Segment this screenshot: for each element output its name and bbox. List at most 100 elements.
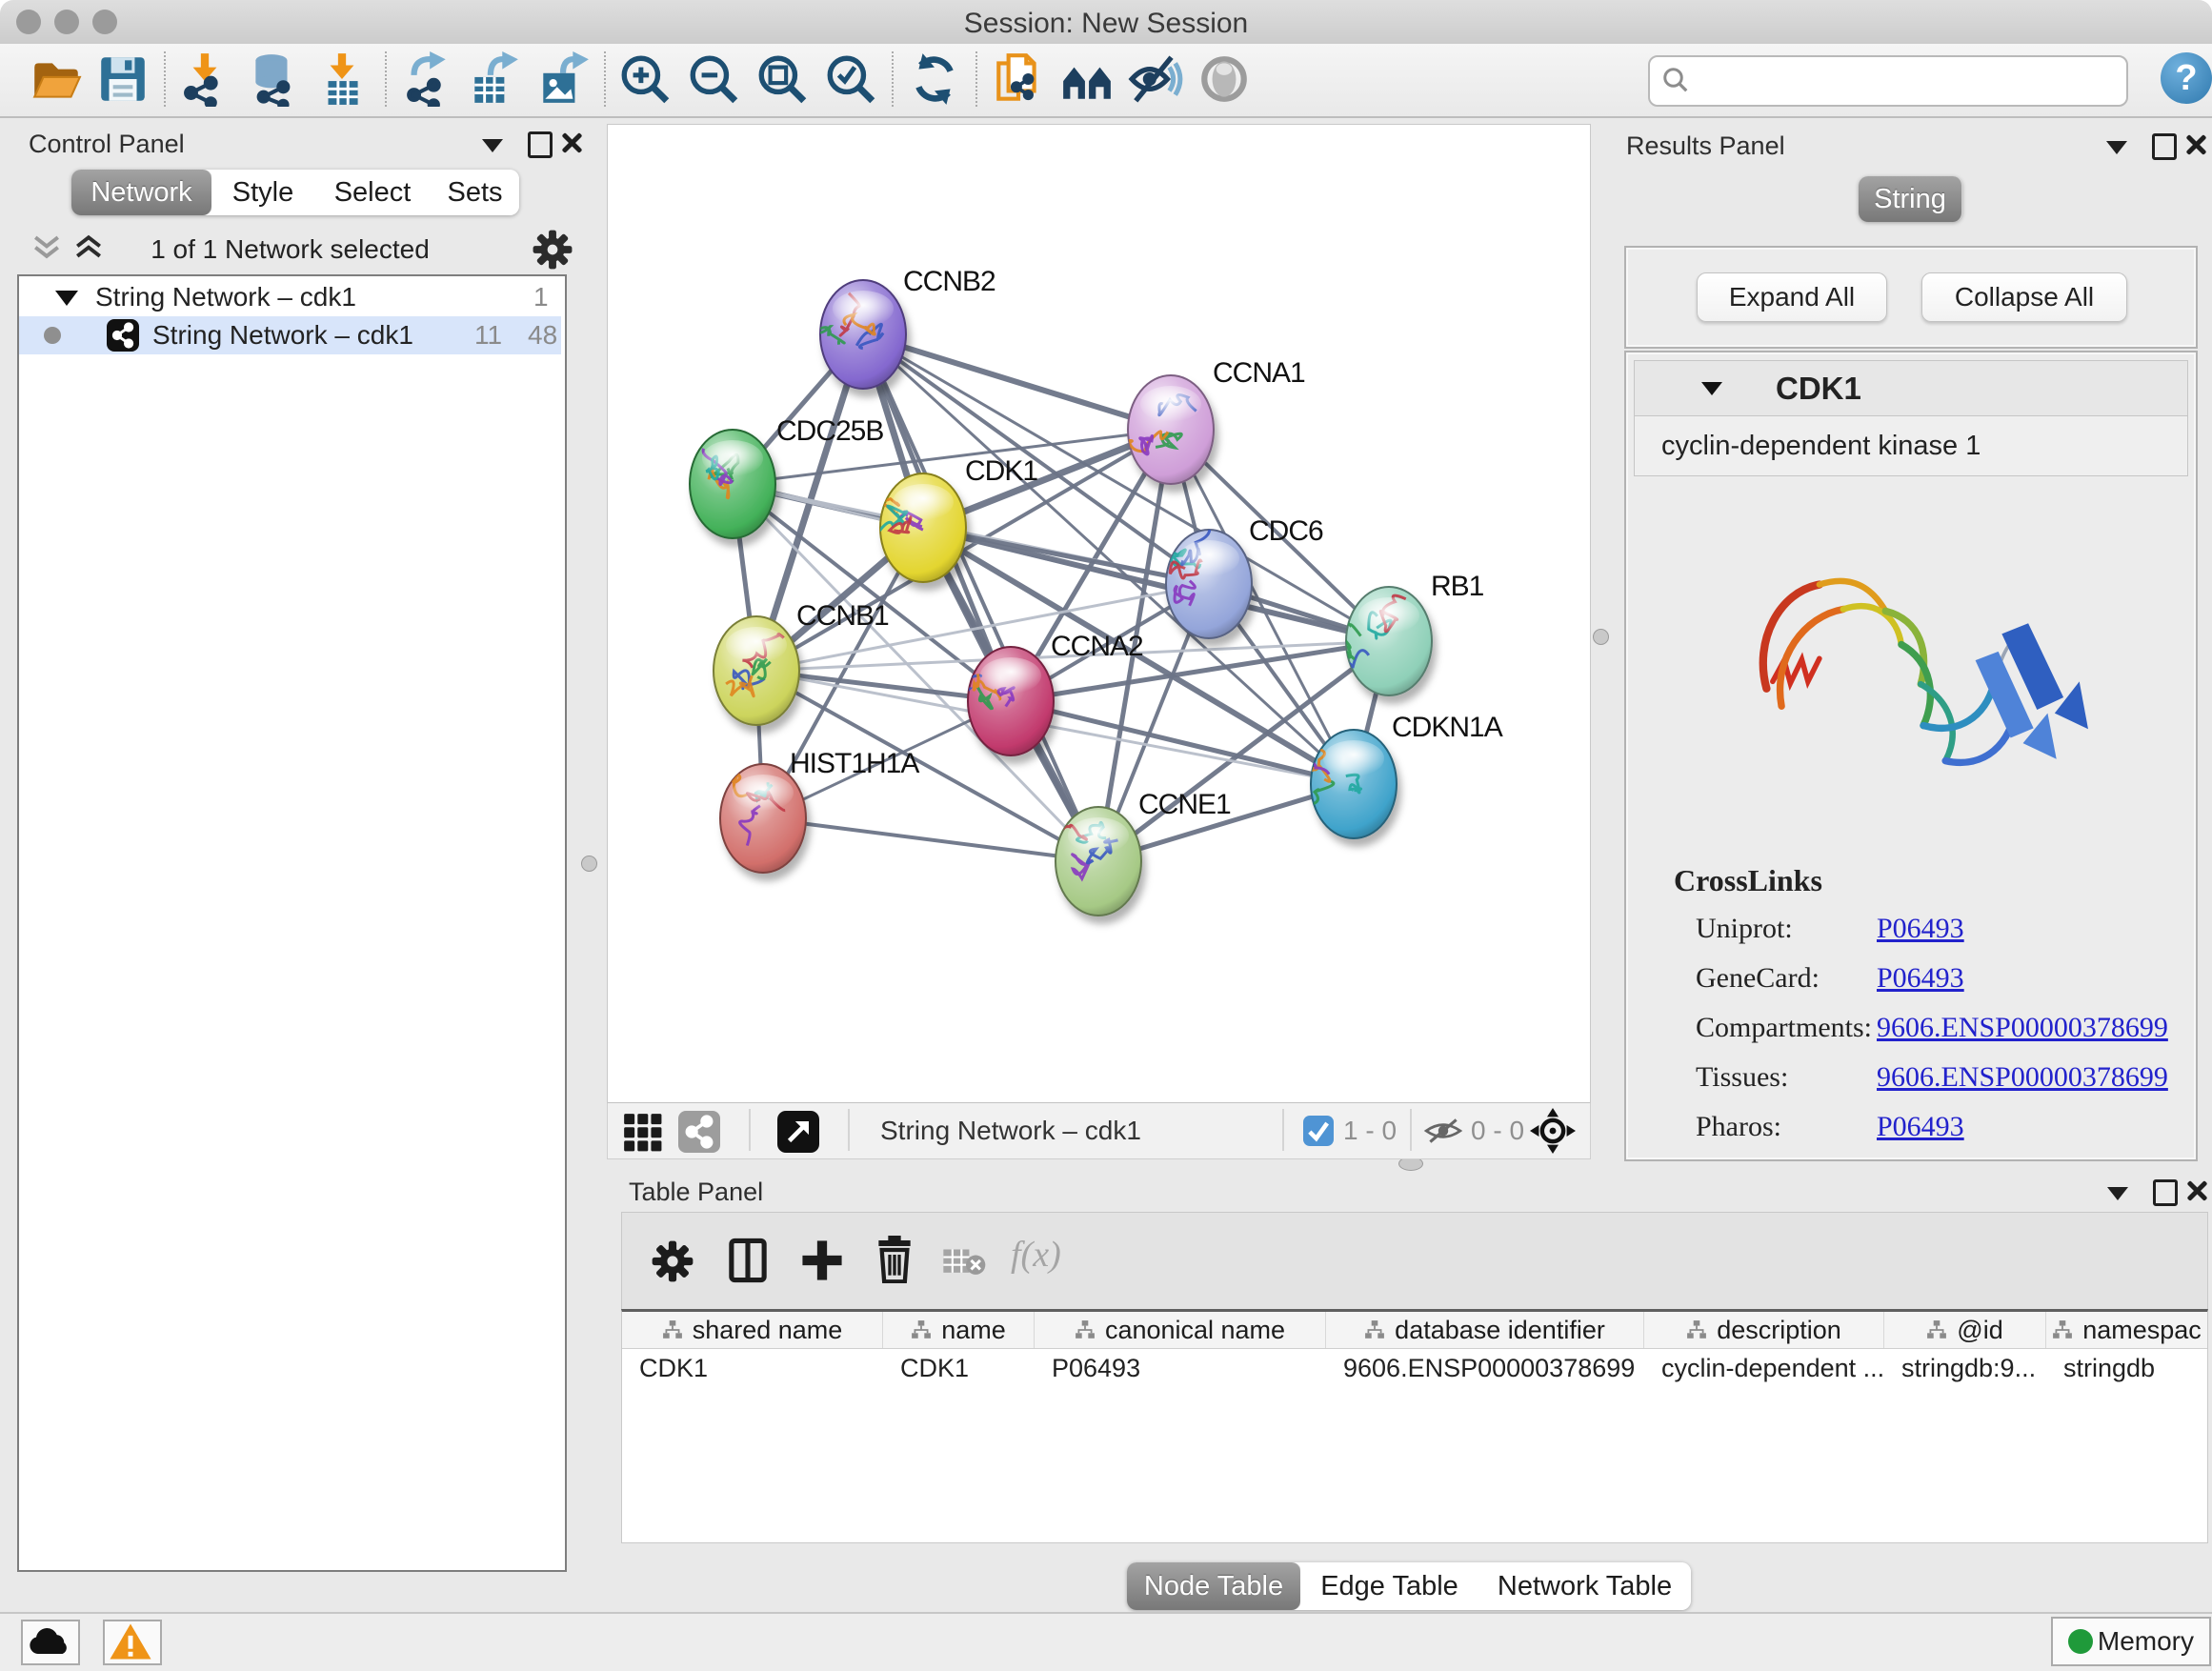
- tab-sets[interactable]: Sets: [431, 170, 519, 215]
- network-edge[interactable]: [763, 818, 1098, 861]
- cell-shared-name[interactable]: CDK1: [622, 1349, 883, 1387]
- tab-style[interactable]: Style: [211, 170, 315, 215]
- open-in-window-icon[interactable]: [777, 1111, 819, 1153]
- network-edge[interactable]: [863, 334, 1098, 861]
- panel-float-icon[interactable]: [482, 139, 503, 152]
- column-header[interactable]: @id: [1884, 1312, 2046, 1348]
- table-row[interactable]: CDK1 CDK1 P06493 9606.ENSP00000378699 cy…: [622, 1349, 2207, 1387]
- network-badge-icon[interactable]: [678, 1111, 720, 1153]
- section-collapse-icon[interactable]: [1701, 382, 1722, 395]
- grid-view-icon[interactable]: [621, 1111, 663, 1158]
- network-node-CCNB2[interactable]: CCNB2: [815, 266, 995, 389]
- cloud-icon[interactable]: [21, 1620, 80, 1665]
- crosslink-tissues-link[interactable]: 9606.ENSP00000378699: [1877, 1061, 2168, 1094]
- crosslink-label: Uniprot:: [1696, 913, 1793, 944]
- open-folder-icon[interactable]: [29, 51, 84, 107]
- column-header[interactable]: namespac: [2046, 1312, 2207, 1348]
- tab-select[interactable]: Select: [314, 170, 432, 215]
- right-splitter-handle[interactable]: [1593, 629, 1609, 645]
- network-options-gear-icon[interactable]: [532, 229, 573, 275]
- collapse-all-button[interactable]: Collapse All: [1921, 272, 2127, 322]
- network-node-CCNA1[interactable]: CCNA1: [1124, 357, 1306, 484]
- hidden-eye-icon[interactable]: [1423, 1117, 1463, 1150]
- panel-close-icon[interactable]: [2185, 1179, 2208, 1202]
- zoom-selected-icon[interactable]: [823, 51, 878, 107]
- crosslink-compartments-link[interactable]: 9606.ENSP00000378699: [1877, 1012, 2168, 1044]
- crosslink-genecard-link[interactable]: P06493: [1877, 962, 1964, 995]
- tab-string[interactable]: String: [1859, 176, 1962, 222]
- collection-count: 1: [533, 278, 549, 316]
- cell-name[interactable]: CDK1: [883, 1349, 1035, 1387]
- warning-icon[interactable]: [103, 1620, 162, 1665]
- cell-canonical-name[interactable]: P06493: [1035, 1349, 1326, 1387]
- cell-database-identifier[interactable]: 9606.ENSP00000378699: [1326, 1349, 1644, 1387]
- column-header[interactable]: name: [883, 1312, 1035, 1348]
- left-splitter-handle[interactable]: [581, 856, 597, 872]
- neighbors-icon[interactable]: [1059, 51, 1115, 107]
- hide-details-icon[interactable]: [1128, 51, 1183, 107]
- import-database-icon[interactable]: [246, 51, 301, 107]
- panel-float-icon[interactable]: [2106, 141, 2127, 154]
- column-header[interactable]: shared name: [622, 1312, 883, 1348]
- network-node-HIST1H1A[interactable]: HIST1H1A: [714, 748, 920, 873]
- panel-close-icon[interactable]: [2184, 133, 2207, 156]
- network-collection-row[interactable]: String Network – cdk1 1: [19, 278, 561, 316]
- selected-checkbox-icon[interactable]: [1303, 1116, 1334, 1146]
- network-label: String Network – cdk1: [152, 316, 413, 354]
- refresh-icon[interactable]: [907, 51, 962, 107]
- panel-float-icon[interactable]: [2107, 1187, 2128, 1200]
- expand-all-button[interactable]: Expand All: [1697, 272, 1887, 322]
- panel-maximize-icon[interactable]: [2153, 1179, 2178, 1206]
- tab-network[interactable]: Network: [71, 170, 212, 215]
- zoom-fit-icon[interactable]: [754, 51, 810, 107]
- network-row-selected[interactable]: String Network – cdk1 11 48: [19, 316, 561, 354]
- network-node-CDK1[interactable]: CDK1: [872, 455, 1037, 582]
- show-columns-icon[interactable]: [725, 1238, 771, 1288]
- cell-id[interactable]: stringdb:9...: [1884, 1349, 2046, 1387]
- crosslink-uniprot-link[interactable]: P06493: [1877, 913, 1964, 945]
- crosslink-pharos-link[interactable]: P06493: [1877, 1111, 1964, 1143]
- memory-status-dot: [2068, 1629, 2093, 1654]
- table-settings-gear-icon[interactable]: [651, 1239, 694, 1288]
- memory-button[interactable]: Memory: [2051, 1617, 2211, 1666]
- panel-maximize-icon[interactable]: [2152, 133, 2177, 160]
- collection-label: String Network – cdk1: [95, 278, 356, 316]
- column-header[interactable]: description: [1644, 1312, 1884, 1348]
- add-column-icon[interactable]: [799, 1238, 845, 1288]
- delete-column-trash-icon[interactable]: [872, 1236, 917, 1288]
- clone-network-icon[interactable]: [991, 51, 1046, 107]
- panel-close-icon[interactable]: [560, 131, 583, 154]
- tab-node-table[interactable]: Node Table: [1127, 1562, 1301, 1610]
- reset-view-crosshair-icon[interactable]: [1530, 1108, 1576, 1158]
- search-input[interactable]: [1699, 59, 2113, 99]
- import-network-icon[interactable]: [177, 51, 232, 107]
- help-icon[interactable]: ?: [2161, 52, 2212, 104]
- protein-section: CDK1 cyclin-dependent kinase 1: [1624, 351, 2198, 1161]
- network-canvas[interactable]: CCNB2CCNA1CDC25BCDK1CDC6RB1CCNB1CCNA2CDK…: [607, 124, 1591, 1104]
- zoom-out-icon[interactable]: [686, 51, 741, 107]
- zoom-in-icon[interactable]: [617, 51, 673, 107]
- results-panel: Results Panel String Expand All Collapse…: [1612, 124, 2212, 1172]
- network-edge[interactable]: [863, 334, 1171, 430]
- cell-description[interactable]: cyclin-dependent ...: [1644, 1349, 1884, 1387]
- toolbar-separator: [892, 51, 894, 107]
- import-table-icon[interactable]: [314, 51, 370, 107]
- cell-namespace[interactable]: stringdb: [2046, 1349, 2207, 1387]
- protein-section-header[interactable]: CDK1: [1634, 360, 2188, 417]
- control-panel: Control Panel Network Style Select Sets …: [13, 122, 567, 1576]
- export-network-icon[interactable]: [398, 51, 453, 107]
- show-details-icon[interactable]: [1196, 51, 1252, 107]
- save-icon[interactable]: [95, 51, 151, 107]
- tab-network-table[interactable]: Network Table: [1478, 1562, 1691, 1610]
- export-table-icon[interactable]: [467, 51, 522, 107]
- network-node-RB1[interactable]: RB1: [1336, 571, 1484, 695]
- status-separator: [848, 1109, 850, 1151]
- column-header[interactable]: canonical name: [1035, 1312, 1326, 1348]
- tree-expand-icon[interactable]: [55, 291, 78, 306]
- network-node-CCNE1[interactable]: CCNE1: [1056, 789, 1231, 916]
- export-image-icon[interactable]: [535, 51, 591, 107]
- panel-maximize-icon[interactable]: [528, 131, 553, 158]
- column-header[interactable]: database identifier: [1326, 1312, 1644, 1348]
- control-panel-tabs: Network Style Select Sets: [71, 170, 519, 215]
- tab-edge-table[interactable]: Edge Table: [1300, 1562, 1479, 1610]
